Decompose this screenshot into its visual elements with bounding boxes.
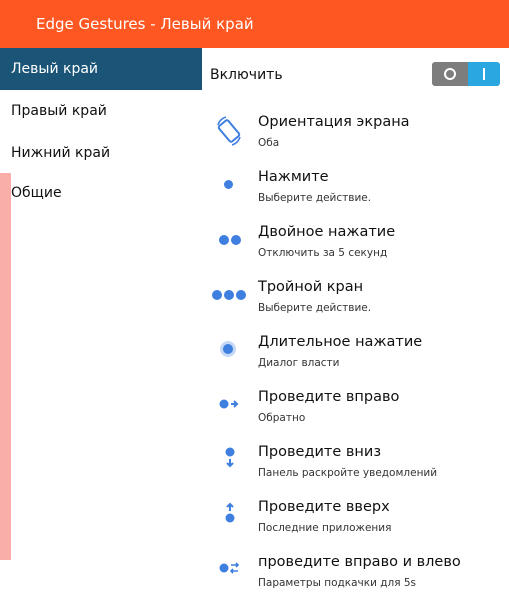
sidebar-accent-strip [0, 173, 11, 560]
toggle-off-icon [444, 68, 456, 80]
setting-value: Оба [258, 137, 280, 149]
setting-title: Нажмите [258, 169, 329, 185]
single-dot-icon [214, 166, 244, 220]
setting-title: Двойное нажатие [258, 224, 396, 240]
title-bar: Edge Gestures - Левый край [0, 0, 509, 48]
setting-screen-orientation[interactable]: Ориентация экрана Оба [202, 111, 509, 165]
setting-value: Выберите действие. [258, 192, 372, 204]
setting-value: Обратно [258, 412, 306, 424]
toggle-off-segment [432, 62, 468, 86]
setting-value: Выберите действие. [258, 302, 372, 314]
setting-title: Длительное нажатие [258, 334, 423, 350]
swipe-down-icon [214, 441, 244, 495]
sidebar-item-label: Общие [11, 185, 62, 201]
setting-value: Последние приложения [258, 522, 392, 534]
setting-value: Параметры подкачки для 5s [258, 577, 417, 589]
setting-swipe-up[interactable]: Проведите вверх Последние приложения [202, 496, 509, 550]
setting-title: Ориентация экрана [258, 114, 410, 130]
sidebar: Левый край Правый край Нижний край Общие [0, 48, 202, 600]
sidebar-item-label: Правый край [11, 103, 107, 119]
enable-toggle[interactable] [432, 62, 500, 86]
setting-double-tap[interactable]: Двойное нажатие Отключить за 5 секунд [202, 221, 509, 275]
toggle-on-icon [483, 68, 485, 80]
toggle-on-segment [468, 62, 500, 86]
setting-long-press[interactable]: Длительное нажатие Диалог власти [202, 331, 509, 385]
sidebar-item-general[interactable]: Общие [0, 172, 202, 214]
setting-title: Проведите вправо [258, 389, 400, 405]
window-title: Edge Gestures - Левый край [36, 15, 254, 33]
setting-title: Проведите вниз [258, 444, 382, 460]
sidebar-item-left-edge[interactable]: Левый край [0, 48, 202, 90]
enable-row: Включить [202, 58, 509, 92]
swipe-right-left-icon [214, 551, 244, 600]
sidebar-item-bottom-edge[interactable]: Нижний край [0, 132, 202, 174]
setting-swipe-right[interactable]: Проведите вправо Обратно [202, 386, 509, 440]
enable-label: Включить [210, 67, 283, 83]
setting-title: Проведите вверх [258, 499, 390, 515]
setting-title: Тройной кран [258, 279, 364, 295]
sidebar-item-label: Нижний край [11, 145, 111, 161]
setting-tap[interactable]: Нажмите Выберите действие. [202, 166, 509, 220]
double-dot-icon [214, 221, 244, 275]
swipe-right-icon [214, 386, 244, 440]
screen-rotation-icon [214, 111, 244, 165]
settings-panel: Включить Ориентация экрана Оба Нажмите В… [202, 48, 509, 600]
sidebar-item-label: Левый край [11, 61, 99, 77]
setting-value: Отключить за 5 секунд [258, 247, 388, 259]
sidebar-item-right-edge[interactable]: Правый край [0, 90, 202, 132]
swipe-up-icon [214, 496, 244, 550]
setting-triple-tap[interactable]: Тройной кран Выберите действие. [202, 276, 509, 330]
setting-title: проведите вправо и влево [258, 554, 461, 570]
long-press-icon [214, 331, 244, 385]
setting-value: Диалог власти [258, 357, 340, 369]
setting-swipe-down[interactable]: Проведите вниз Панель раскройте уведомле… [202, 441, 509, 495]
setting-swipe-right-left[interactable]: проведите вправо и влево Параметры подка… [202, 551, 509, 600]
app-window: Edge Gestures - Левый край Левый край Пр… [0, 0, 509, 600]
setting-value: Панель раскройте уведомлений [258, 467, 438, 479]
triple-dot-icon [212, 276, 246, 330]
